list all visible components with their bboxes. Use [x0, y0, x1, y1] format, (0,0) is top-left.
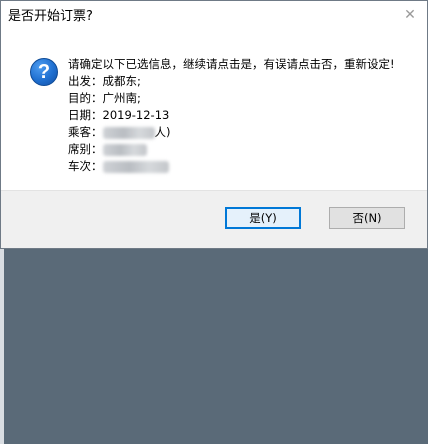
close-icon: ✕ [404, 6, 416, 23]
close-button[interactable]: ✕ [393, 1, 427, 28]
question-icon: ? [30, 58, 58, 86]
to-value: 广州南; [102, 91, 141, 105]
to-row: 目的：广州南; [68, 90, 419, 107]
title-bar: 是否开始订票? ✕ [1, 1, 427, 28]
message-intro: 请确定以下已选信息，继续请点击是，有误请点击否，重新设定! [68, 57, 395, 71]
message-text: 请确定以下已选信息，继续请点击是，有误请点击否，重新设定! 出发：成都东; 目的… [68, 56, 419, 175]
dialog-title: 是否开始订票? [8, 9, 93, 24]
passenger-redacted [102, 126, 155, 139]
from-value: 成都东; [102, 74, 141, 88]
no-button[interactable]: 否(N) [329, 207, 405, 229]
passenger-label: 乘客： [68, 125, 103, 139]
yes-button[interactable]: 是(Y) [225, 207, 301, 229]
seat-row: 席别： [68, 141, 419, 158]
date-label: 日期： [68, 108, 103, 122]
passenger-suffix: 人) [154, 125, 171, 139]
background-window-edge-right [0, 222, 4, 444]
from-label: 出发： [68, 74, 103, 88]
to-label: 目的： [68, 91, 103, 105]
date-value: 2019-12-13 [102, 108, 170, 122]
button-bar: 是(Y) 否(N) [1, 190, 427, 248]
train-redacted [102, 160, 169, 173]
dialog-content: ? 请确定以下已选信息，继续请点击是，有误请点击否，重新设定! 出发：成都东; … [1, 28, 427, 192]
confirm-dialog: 是否开始订票? ✕ ? 请确定以下已选信息，继续请点击是，有误请点击否，重新设定… [0, 0, 428, 249]
train-row: 车次： [68, 158, 419, 175]
from-row: 出发：成都东; [68, 73, 419, 90]
seat-redacted [102, 143, 147, 156]
date-row: 日期：2019-12-13 [68, 107, 419, 124]
seat-label: 席别： [68, 142, 103, 156]
passenger-row: 乘客： 人) [68, 124, 419, 141]
train-label: 车次： [68, 159, 103, 173]
